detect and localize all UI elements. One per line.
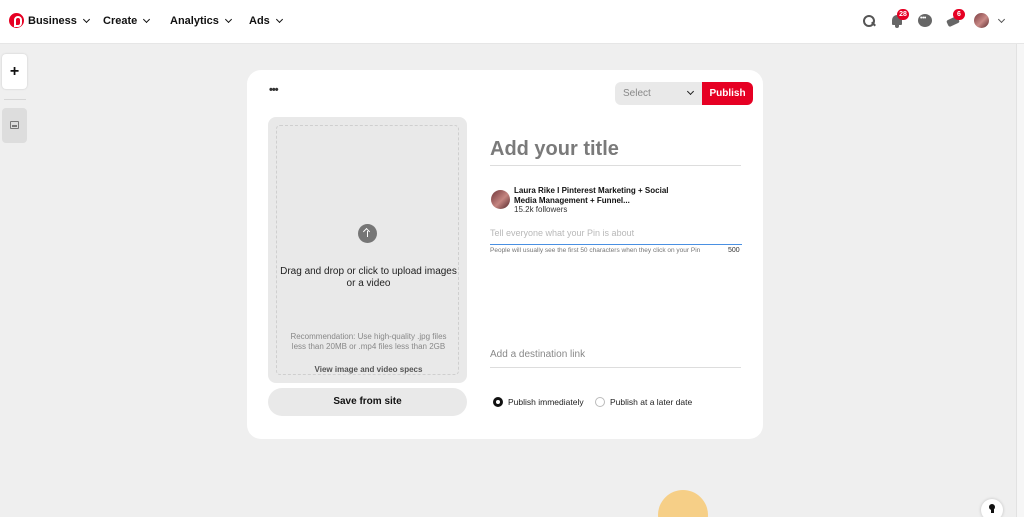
description-help-text: People will usually see the first 50 cha…	[490, 247, 701, 254]
pin-description-input[interactable]: Tell everyone what your Pin is about	[490, 226, 742, 245]
page-scrollbar[interactable]	[1016, 44, 1024, 517]
image-draft-icon	[10, 121, 19, 129]
draft-pin-button[interactable]	[2, 108, 27, 143]
author-followers: 15.2k followers	[514, 205, 568, 214]
upload-recommendation: Recommendation: Use high-quality .jpg fi…	[290, 332, 447, 351]
upload-dashed-border: Drag and drop or click to upload images …	[276, 125, 459, 375]
updates-megaphone-icon[interactable]: 6	[945, 9, 965, 29]
messages-icon[interactable]	[917, 13, 933, 29]
pinterest-logo-icon[interactable]	[9, 13, 24, 28]
view-specs-link[interactable]: View image and video specs	[277, 365, 460, 374]
nav-ads-menu[interactable]: Ads	[249, 14, 283, 28]
chevron-down-icon	[275, 15, 283, 24]
notifications-bell-icon[interactable]: 28	[889, 9, 909, 29]
nav-business-label: Business	[28, 15, 77, 27]
upload-arrow-icon	[358, 224, 377, 243]
chevron-down-icon	[224, 15, 232, 24]
nav-create-label: Create	[103, 15, 138, 27]
upload-instruction: Drag and drop or click to upload images …	[280, 266, 457, 289]
destination-link-input[interactable]: Add a destination link	[490, 349, 741, 368]
rail-divider	[4, 99, 26, 100]
chevron-down-icon	[82, 15, 90, 24]
decorative-sun-shape	[658, 490, 708, 517]
pin-title-input[interactable]: Add your title	[490, 136, 741, 166]
author-avatar	[491, 190, 510, 209]
top-navigation-bar: Business Create Analytics Ads 28 6	[0, 0, 1024, 44]
nav-analytics-label: Analytics	[170, 15, 219, 27]
nav-ads-label: Ads	[249, 15, 270, 27]
add-pin-button[interactable]: +	[2, 54, 27, 89]
author-name: Laura Rike I Pinterest Marketing + Socia…	[514, 186, 669, 205]
updates-badge: 6	[953, 9, 965, 20]
more-options-button[interactable]: •••	[269, 84, 279, 96]
pin-builder-card: ••• Select Publish Drag and drop or clic…	[247, 70, 763, 439]
publish-immediately-label: Publish immediately	[508, 397, 584, 407]
nav-analytics-menu[interactable]: Analytics	[170, 14, 232, 28]
nav-business-menu[interactable]: Business	[28, 14, 90, 28]
account-menu-chevron-icon[interactable]	[997, 15, 1006, 24]
board-select-dropdown[interactable]: Select	[615, 82, 702, 105]
description-char-count: 500	[728, 247, 740, 254]
chevron-down-icon	[686, 87, 695, 96]
publish-later-label: Publish at a later date	[610, 397, 693, 407]
search-icon[interactable]	[861, 13, 877, 29]
publish-button[interactable]: Publish	[702, 82, 753, 105]
upload-dropzone[interactable]: Drag and drop or click to upload images …	[268, 117, 467, 383]
board-select-label: Select	[623, 88, 651, 99]
radio-selected-icon[interactable]	[493, 397, 503, 407]
save-from-site-button[interactable]: Save from site	[268, 388, 467, 416]
publish-immediately-option[interactable]: Publish immediately	[493, 397, 584, 407]
help-lightbulb-icon[interactable]	[981, 499, 1003, 517]
publish-later-option[interactable]: Publish at a later date	[595, 397, 692, 407]
radio-unselected-icon[interactable]	[595, 397, 605, 407]
chevron-down-icon	[143, 15, 151, 24]
profile-avatar[interactable]	[974, 13, 989, 28]
notifications-badge: 28	[897, 9, 909, 20]
nav-create-menu[interactable]: Create	[103, 14, 151, 28]
